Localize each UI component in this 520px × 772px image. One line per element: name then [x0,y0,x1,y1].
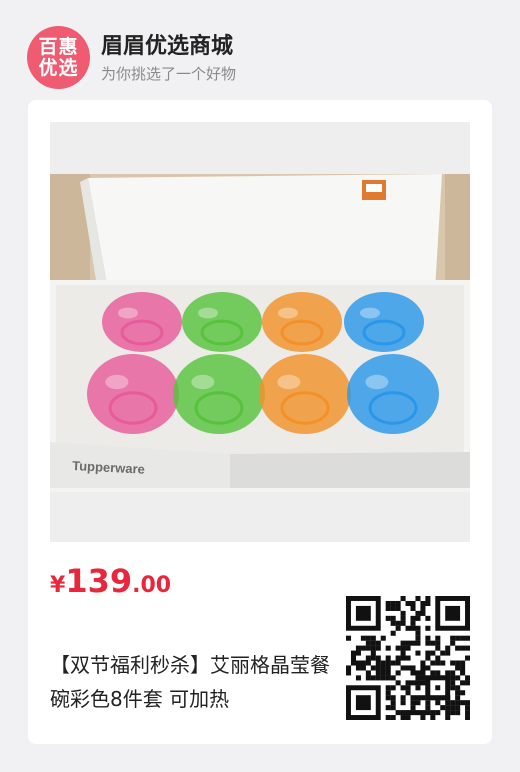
qr-code-icon[interactable] [346,596,470,720]
shop-name[interactable]: 眉眉优选商城 [101,28,233,60]
shop-subtitle: 为你挑选了一个好物 [101,65,237,83]
bowl-highlight [360,307,380,319]
bowl-highlight [277,374,301,390]
price-currency: ¥ [50,573,66,598]
price-integer: 139 [65,562,133,600]
bowl-highlight [105,374,129,390]
price-decimal: .00 [132,573,172,598]
product-image[interactable]: Tupperware [50,122,470,542]
bowl-highlight [118,307,138,319]
product-price: ¥139.00 [50,562,171,600]
product-card[interactable]: Tupperware ¥139.00 【双节福利秒杀】艾丽格晶莹餐碗彩色8件套 … [28,100,492,744]
bowl-highlight [191,374,215,390]
bowl-highlight [278,307,298,319]
bowl-highlight [365,374,389,390]
bowl-highlight [198,307,218,319]
logo-line-2: 优选 [38,56,79,79]
product-photo: Tupperware [50,122,470,542]
shop-logo: 百惠 优选 [27,26,90,89]
header: 百惠 优选 眉眉优选商城 为你挑选了一个好物 [0,0,520,96]
logo-line-1: 百惠 [38,35,79,58]
product-title[interactable]: 【双节福利秒杀】艾丽格晶莹餐碗彩色8件套 可加热 [50,648,330,716]
